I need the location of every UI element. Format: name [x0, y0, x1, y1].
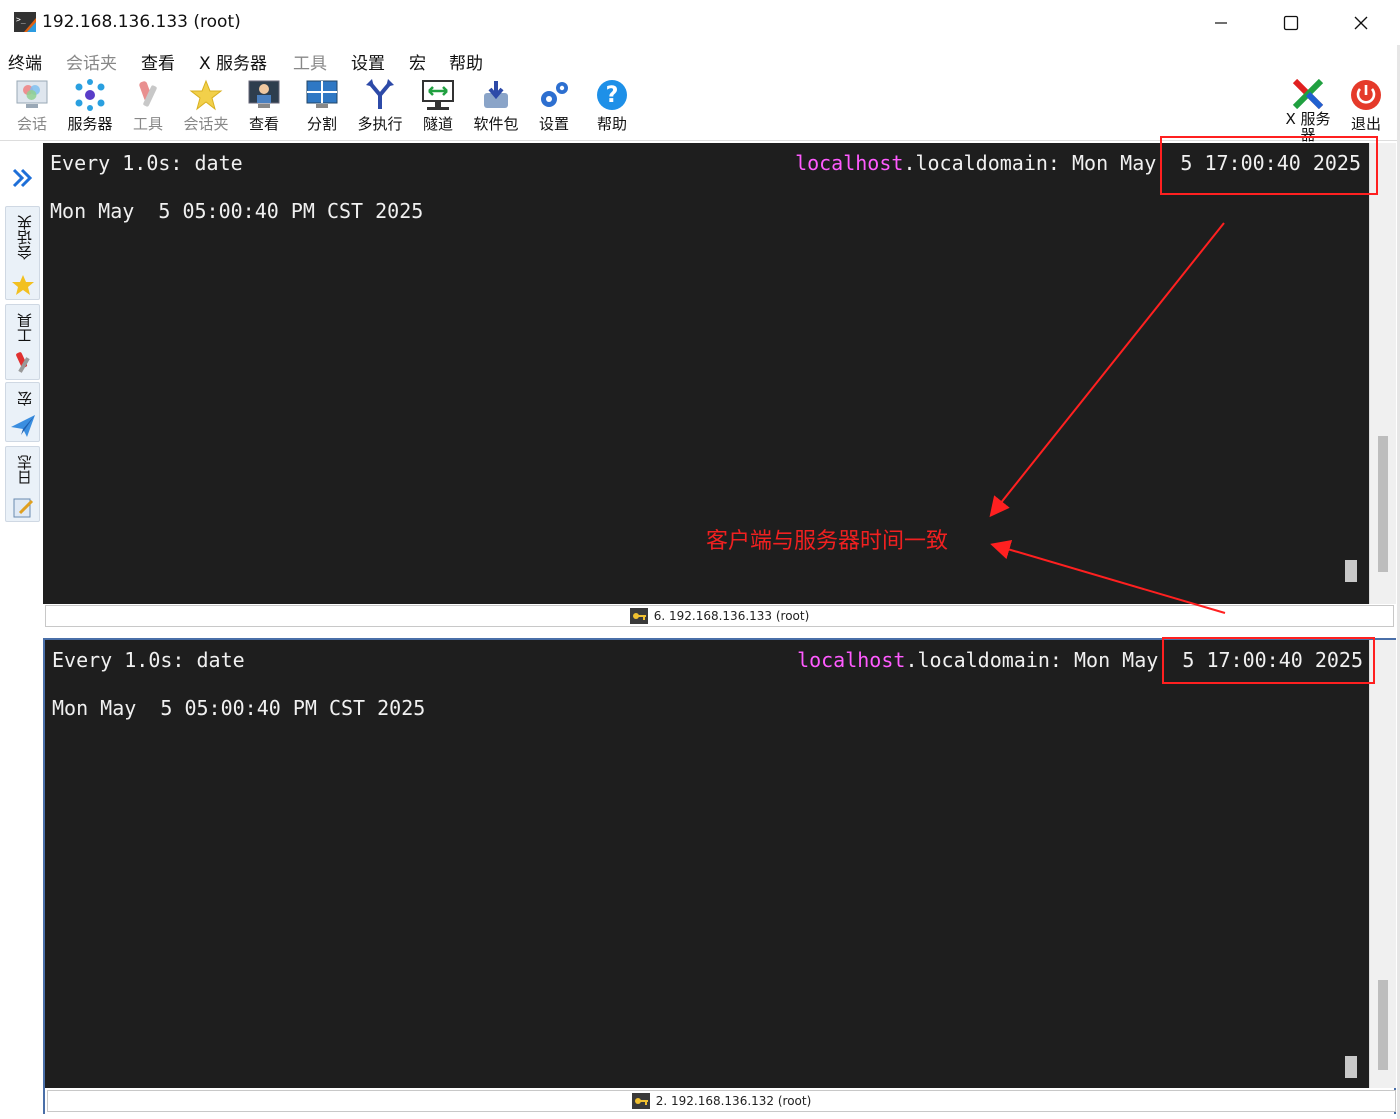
session-button[interactable]: 会话 — [2, 79, 62, 139]
pane-title-bottom: 2. 192.168.136.132 (root) — [655, 1094, 812, 1108]
minimize-icon — [1215, 21, 1227, 24]
svg-text:?: ? — [606, 83, 619, 108]
tools-icon — [16, 352, 30, 373]
servers-button[interactable]: 服务器 — [60, 79, 120, 139]
sidebar-macros-label: 宏 — [16, 391, 34, 406]
terminal-pane-top: Every 1.0s: date localhost.localdomain: … — [43, 143, 1396, 629]
paper-plane-icon — [11, 415, 35, 437]
date-output: Mon May 5 05:00:40 PM CST 2025 — [52, 696, 426, 720]
tools-button[interactable]: 工具 — [118, 79, 178, 139]
session-label: 会话 — [16, 115, 47, 133]
exit-label: 退出 — [1350, 115, 1381, 133]
multiexec-button[interactable]: 多执行 — [350, 79, 410, 139]
expand-sidebar-icon[interactable] — [8, 164, 36, 192]
help-button[interactable]: ? 帮助 — [582, 79, 642, 139]
packages-label: 软件包 — [473, 115, 519, 133]
menu-help[interactable]: 帮助 — [449, 49, 483, 74]
x-server-icon — [1292, 79, 1324, 109]
svg-text:>_: >_ — [16, 15, 26, 24]
title-bar: >_ 192.168.136.133 (root) — [0, 0, 1400, 45]
minimize-button[interactable] — [1186, 0, 1256, 45]
menu-bar: 终端 会话夹 查看 X 服务器 工具 设置 宏 帮助 — [0, 45, 1400, 75]
watch-command: Every 1.0s: date — [52, 648, 245, 672]
key-icon — [629, 608, 648, 624]
help-icon: ? — [597, 80, 627, 110]
terminal-pane-bottom: Every 1.0s: date localhost.localdomain: … — [43, 638, 1396, 1114]
scrollbar-top[interactable] — [1369, 143, 1396, 604]
multiexec-label: 多执行 — [357, 115, 403, 133]
pane-status-bottom[interactable]: 2. 192.168.136.132 (root) — [47, 1090, 1396, 1112]
text-cursor — [1345, 1056, 1357, 1078]
servers-label: 服务器 — [67, 115, 113, 133]
maximize-icon — [1283, 15, 1299, 30]
terminal-output-bottom[interactable]: Every 1.0s: date localhost.localdomain: … — [45, 640, 1371, 1088]
sessions-button[interactable]: 会话夹 — [176, 79, 236, 139]
left-sidebar: 会话夹 工具 宏 日志 — [0, 142, 42, 1119]
menu-sessions[interactable]: 会话夹 — [66, 49, 117, 74]
close-button[interactable] — [1326, 0, 1396, 45]
sidebar-sessions-label: 会话夹 — [16, 215, 34, 260]
terminal-app-icon: >_ — [14, 12, 36, 32]
split-button[interactable]: 分割 — [292, 79, 352, 139]
sidebar-tab-macros[interactable]: 宏 — [5, 382, 40, 442]
exit-button[interactable]: 退出 — [1336, 79, 1396, 139]
key-icon — [631, 1093, 650, 1109]
sidebar-tab-sessions[interactable]: 会话夹 — [5, 206, 40, 300]
settings-label: 设置 — [538, 115, 569, 133]
notepad-icon — [13, 498, 34, 518]
sidebar-log-label: 日志 — [16, 455, 34, 485]
text-cursor — [1345, 560, 1357, 582]
menu-xserver[interactable]: X 服务器 — [199, 49, 267, 74]
view-icon — [248, 80, 280, 108]
star-icon — [12, 275, 34, 295]
sidebar-tab-log[interactable]: 日志 — [5, 446, 40, 522]
window-title: 192.168.136.133 (root) — [42, 12, 241, 32]
power-icon — [1351, 80, 1381, 110]
highlight-box-top — [1160, 136, 1378, 195]
tools-icon — [139, 81, 157, 107]
menu-terminal[interactable]: 终端 — [8, 49, 42, 74]
menu-tools[interactable]: 工具 — [293, 49, 327, 74]
menu-macros[interactable]: 宏 — [409, 49, 426, 74]
tunnel-icon — [422, 80, 454, 110]
app-window: >_ 192.168.136.133 (root) 终端 会话夹 查看 X 服务… — [0, 0, 1400, 1119]
annotation-note: 客户端与服务器时间一致 — [706, 529, 949, 554]
close-icon — [1354, 16, 1368, 29]
menu-view[interactable]: 查看 — [141, 49, 175, 74]
tools-label: 工具 — [132, 115, 163, 133]
sidebar-tab-tools[interactable]: 工具 — [5, 304, 40, 380]
split-label: 分割 — [306, 115, 337, 133]
pane-title-top: 6. 192.168.136.133 (root) — [653, 609, 810, 623]
servers-icon — [75, 79, 105, 111]
date-output: Mon May 5 05:00:40 PM CST 2025 — [50, 199, 424, 223]
scrollbar-bottom[interactable] — [1369, 640, 1396, 1088]
help-label: 帮助 — [596, 115, 627, 133]
split-icon — [306, 80, 338, 108]
fork-icon — [366, 79, 394, 109]
tunnel-button[interactable]: 隧道 — [408, 79, 468, 139]
xserver-button[interactable]: X 服务器 — [1278, 79, 1338, 143]
watch-command: Every 1.0s: date — [50, 151, 243, 175]
session-icon — [16, 80, 48, 108]
view-button[interactable]: 查看 — [234, 79, 294, 139]
sidebar-tools-label: 工具 — [16, 313, 34, 343]
pane-status-top[interactable]: 6. 192.168.136.133 (root) — [45, 605, 1394, 627]
view-label: 查看 — [248, 115, 279, 133]
gear-icon — [541, 82, 568, 107]
packages-button[interactable]: 软件包 — [466, 79, 526, 139]
toolbar: 会话 服务器 工具 会话夹 查看 分割 多执行 隧道 软件包 设置 ? 帮助 X… — [0, 75, 1400, 143]
sessions-label: 会话夹 — [183, 115, 229, 133]
download-icon — [484, 81, 508, 108]
scrollbar-thumb[interactable] — [1378, 436, 1388, 572]
scrollbar-thumb[interactable] — [1378, 980, 1388, 1070]
menu-settings[interactable]: 设置 — [351, 49, 385, 74]
star-icon — [189, 79, 223, 111]
maximize-button[interactable] — [1256, 0, 1326, 45]
settings-button[interactable]: 设置 — [524, 79, 584, 139]
highlight-box-bottom — [1162, 637, 1375, 684]
tunnel-label: 隧道 — [422, 115, 453, 133]
